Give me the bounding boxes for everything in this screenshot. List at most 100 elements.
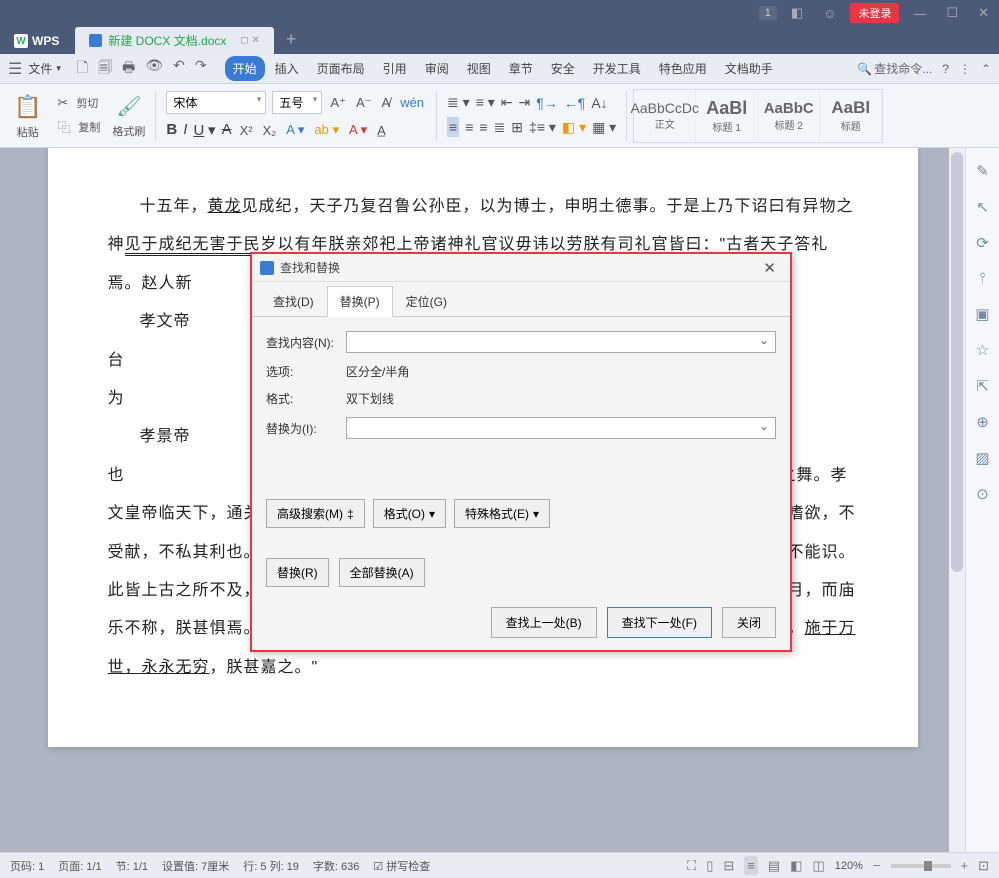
clear-format-icon[interactable]: A̸ <box>380 93 393 112</box>
outline-icon[interactable]: ⊟ <box>723 858 734 874</box>
tab-security[interactable]: 安全 <box>543 56 583 81</box>
bullets-icon[interactable]: ≣ ▾ <box>447 94 470 111</box>
replace-button[interactable]: 替换(R) <box>266 558 329 587</box>
superscript-icon[interactable]: X² <box>238 121 255 140</box>
indent-right-icon[interactable]: ⇥ <box>519 94 531 111</box>
grow-font-icon[interactable]: A⁺ <box>328 93 348 113</box>
subscript-icon[interactable]: X₂ <box>261 121 279 140</box>
tab-developer[interactable]: 开发工具 <box>585 56 649 81</box>
tab-insert[interactable]: 插入 <box>267 56 307 81</box>
spell-check[interactable]: ☑ 拼写检查 <box>373 858 430 874</box>
format-button[interactable]: 格式(O)▾ <box>373 499 446 528</box>
tab-chapter[interactable]: 章节 <box>501 56 541 81</box>
style-normal[interactable]: AaBbCcDc正文 <box>634 90 696 142</box>
undo-icon[interactable]: ↶ <box>173 57 185 81</box>
help-icon[interactable]: ? <box>942 62 949 76</box>
more-icon[interactable]: ⋮ <box>959 62 971 76</box>
minimize-icon[interactable]: — <box>907 4 932 23</box>
hamburger-icon[interactable]: ☰ <box>8 59 22 79</box>
star-icon[interactable]: ☆ <box>976 341 989 359</box>
ltr-icon[interactable]: ¶→ <box>536 95 558 111</box>
tab-replace[interactable]: 替换(P) <box>327 286 393 317</box>
sort-icon[interactable]: A↓ <box>591 95 607 111</box>
maximize-icon[interactable]: ☐ <box>940 3 964 23</box>
camera-icon[interactable]: ▣ <box>975 305 989 323</box>
document-tab[interactable]: 新建 DOCX 文档.docx ◻ ✕ <box>75 27 274 54</box>
align-justify-icon[interactable]: ≣ <box>494 119 506 136</box>
style-title[interactable]: AaBl标题 <box>820 90 882 142</box>
underline-button[interactable]: U ▾ <box>193 121 215 140</box>
web-view-icon[interactable]: ▤ <box>768 858 780 874</box>
pencil-icon[interactable]: ✎ <box>976 162 989 180</box>
find-next-button[interactable]: 查找下一处(F) <box>607 607 712 638</box>
add-tab-button[interactable]: + <box>274 25 309 54</box>
indent-value[interactable]: 设置值: 7厘米 <box>162 858 229 874</box>
zoom-out-icon[interactable]: − <box>873 858 881 873</box>
cursor-position[interactable]: 行: 5 列: 19 <box>243 858 299 874</box>
dialog-titlebar[interactable]: 查找和替换 ✕ <box>252 254 790 282</box>
char-border-icon[interactable]: A̲ <box>375 121 388 140</box>
replace-with-input[interactable] <box>346 417 776 439</box>
tab-doc-assistant[interactable]: 文档助手 <box>717 56 781 81</box>
tab-special[interactable]: 特色应用 <box>651 56 715 81</box>
dialog-close-icon[interactable]: ✕ <box>757 257 782 279</box>
image-icon[interactable]: ▨ <box>975 449 989 467</box>
borders-icon[interactable]: ▦ ▾ <box>592 119 616 136</box>
rtl-icon[interactable]: ←¶ <box>564 95 586 111</box>
read-view-icon[interactable]: ▯ <box>706 858 713 874</box>
share-icon[interactable]: ⇱ <box>976 377 989 395</box>
redo-icon[interactable]: ↷ <box>195 57 207 81</box>
close-window-icon[interactable]: ✕ <box>972 3 995 23</box>
chart-icon[interactable]: ⫯ <box>979 270 986 287</box>
align-center-icon[interactable]: ≡ <box>465 119 473 135</box>
tab-actions[interactable]: ◻ ✕ <box>240 35 259 46</box>
skin-icon[interactable]: ◧ <box>785 3 809 23</box>
gear-icon[interactable]: ⊙ <box>976 485 989 503</box>
tab-view[interactable]: 视图 <box>459 56 499 81</box>
vertical-scrollbar[interactable] <box>949 148 965 852</box>
file-menu[interactable]: 文件 ▾ <box>22 58 67 79</box>
tab-review[interactable]: 审阅 <box>417 56 457 81</box>
save-as-icon[interactable]: 🗐 <box>98 57 112 81</box>
phonetic-icon[interactable]: wén <box>398 93 426 112</box>
zoom-level[interactable]: 120% <box>835 860 863 872</box>
advanced-search-button[interactable]: 高级搜索(M)‡ <box>266 499 365 528</box>
style-heading2[interactable]: AaBbC标题 2 <box>758 90 820 142</box>
scrollbar-thumb[interactable] <box>951 152 963 572</box>
login-button[interactable]: 未登录 <box>850 3 899 23</box>
word-count[interactable]: 字数: 636 <box>313 858 359 874</box>
refresh-icon[interactable]: ⟳ <box>976 234 989 252</box>
format-painter-icon[interactable]: 🖌 <box>114 92 143 121</box>
shrink-font-icon[interactable]: A⁻ <box>354 93 374 113</box>
font-color-icon[interactable]: A ▾ <box>347 120 369 140</box>
feedback-icon[interactable]: ☺ <box>817 4 842 23</box>
find-content-input[interactable] <box>346 331 776 353</box>
line-spacing-icon[interactable]: ‡≡ ▾ <box>529 119 556 136</box>
tab-page-layout[interactable]: 页面布局 <box>309 56 373 81</box>
distribute-icon[interactable]: ⊞ <box>511 119 523 136</box>
styles-gallery[interactable]: AaBbCcDc正文 AaBl标题 1 AaBbC标题 2 AaBl标题 <box>633 89 883 143</box>
align-right-icon[interactable]: ≡ <box>479 119 487 135</box>
cursor-icon[interactable]: ↖ <box>976 198 989 216</box>
highlight-icon[interactable]: ab ▾ <box>312 120 341 140</box>
cut-icon[interactable]: ✂ <box>55 93 70 113</box>
draft-icon[interactable]: ◧ <box>790 858 802 874</box>
style-heading1[interactable]: AaBl标题 1 <box>696 90 758 142</box>
zoom-in-icon[interactable]: + <box>961 858 969 873</box>
font-size-combo[interactable]: 五号 <box>272 91 322 114</box>
find-prev-button[interactable]: 查找上一处(B) <box>491 607 597 638</box>
tool-icon[interactable]: ⊕ <box>976 413 989 431</box>
page-count[interactable]: 页面: 1/1 <box>58 858 101 874</box>
collapse-ribbon-icon[interactable]: ⌃ <box>981 62 991 76</box>
tab-find[interactable]: 查找(D) <box>260 286 327 317</box>
replace-all-button[interactable]: 全部替换(A) <box>339 558 425 587</box>
section[interactable]: 节: 1/1 <box>116 858 148 874</box>
tab-goto[interactable]: 定位(G) <box>393 286 460 317</box>
font-family-combo[interactable]: 宋体 <box>166 91 266 114</box>
close-button[interactable]: 关闭 <box>722 607 776 638</box>
page-view-icon[interactable]: ≡ <box>744 856 758 875</box>
fullscreen-icon[interactable]: ⛶ <box>687 858 696 874</box>
tab-home[interactable]: 开始 <box>225 56 265 81</box>
bold-button[interactable]: B <box>166 121 177 139</box>
shading-icon[interactable]: ◧ ▾ <box>562 119 586 136</box>
